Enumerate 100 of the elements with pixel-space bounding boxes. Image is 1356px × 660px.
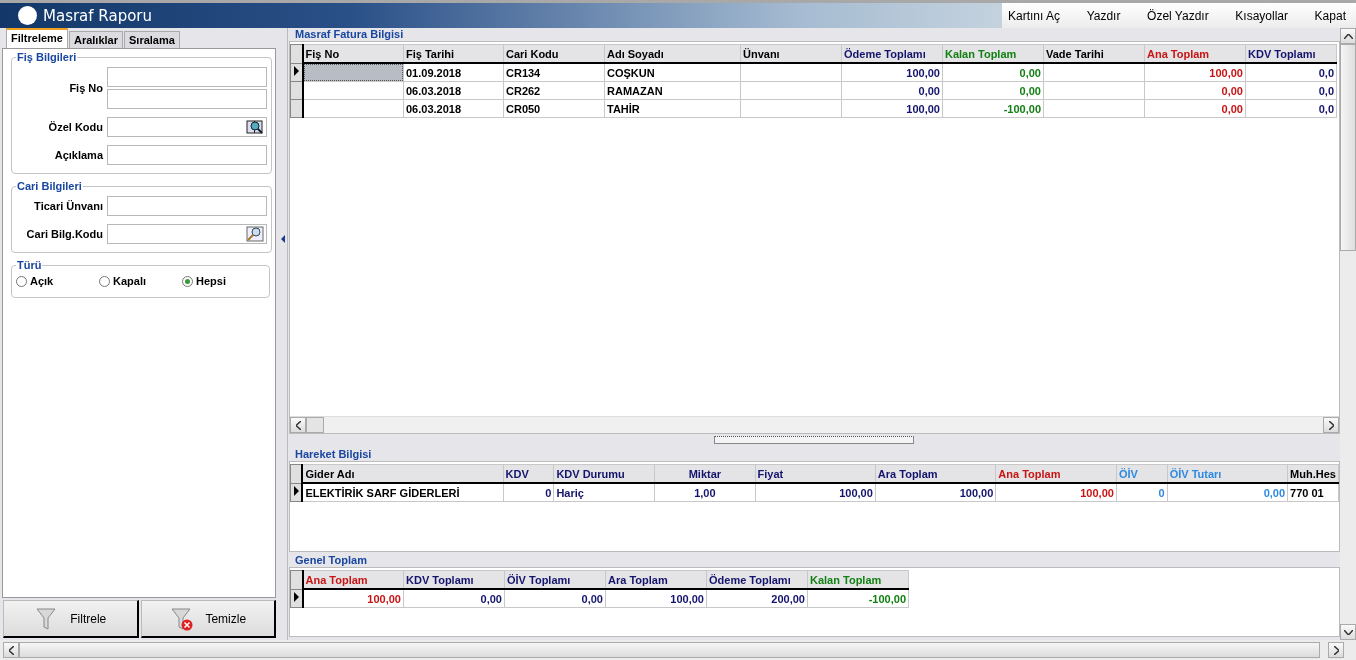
- column-header[interactable]: Fiş Tarihi: [403, 44, 504, 63]
- menu-item[interactable]: Yazdır: [1082, 8, 1125, 23]
- table-cell: -100,00: [807, 589, 909, 608]
- column-header[interactable]: Ara Toplam: [875, 464, 996, 483]
- field-label: Fiş No: [68, 82, 103, 94]
- row-pointer-icon: [294, 592, 299, 603]
- scroll-left-button[interactable]: [290, 417, 306, 433]
- table-cell: 06.03.2018: [403, 99, 504, 118]
- menu-item[interactable]: Kartını Aç: [1004, 8, 1065, 23]
- column-header[interactable]: KDV: [503, 464, 554, 483]
- table-cell: 0,0: [1245, 99, 1337, 118]
- chevron-icon: [1343, 33, 1353, 39]
- table-cell: 0,00: [942, 63, 1044, 82]
- column-header[interactable]: Vade Tarihi: [1043, 44, 1145, 63]
- table-cell: TAHİR: [604, 99, 741, 118]
- column-header[interactable]: Muh.Hes: [1287, 464, 1339, 483]
- menu-item[interactable]: Özel Yazdır: [1143, 8, 1213, 23]
- input-field[interactable]: [107, 89, 267, 109]
- column-header[interactable]: KDV Toplamı: [403, 570, 505, 589]
- section-title: Genel Toplam: [294, 554, 368, 567]
- field-label: Ticari Ünvanı: [33, 200, 103, 212]
- horizontal-scrollbar[interactable]: [290, 416, 1339, 433]
- table-cell: 0,00: [403, 589, 505, 608]
- field-label: Cari Bilg.Kodu: [25, 228, 103, 240]
- section-title: Hareket Bilgisi: [294, 448, 373, 461]
- scroll-down-button[interactable]: [1340, 624, 1356, 640]
- radio-button[interactable]: [99, 275, 110, 287]
- radio-option[interactable]: Açık: [16, 275, 99, 287]
- column-header[interactable]: KDV Toplamı: [1245, 44, 1337, 63]
- input-field[interactable]: [107, 67, 267, 87]
- filter-button[interactable]: Filtrele: [3, 600, 139, 638]
- table-cell: 100,00: [1144, 63, 1246, 82]
- table-cell: 01.09.2018: [403, 63, 504, 82]
- column-header[interactable]: Ünvanı: [740, 44, 842, 63]
- table-cell: 0,00: [942, 81, 1044, 100]
- tab[interactable]: Sıralama: [124, 31, 180, 48]
- scroll-left-button[interactable]: [3, 642, 19, 658]
- column-header[interactable]: Kalan Toplam: [942, 44, 1044, 63]
- table-cell: 0,00: [1144, 99, 1246, 118]
- input-field[interactable]: [107, 224, 267, 244]
- splitter-handle[interactable]: [714, 436, 914, 444]
- scroll-thumb[interactable]: [19, 642, 1320, 658]
- column-header[interactable]: Ana Toplam: [302, 570, 404, 589]
- collapse-arrow-icon[interactable]: [280, 235, 285, 243]
- column-header[interactable]: ÖİV Toplamı: [504, 570, 606, 589]
- row-pointer-icon: [294, 66, 299, 77]
- scroll-thumb[interactable]: [306, 417, 324, 433]
- radio-option[interactable]: Hepsi: [182, 275, 265, 287]
- table-cell: 100,00: [605, 589, 707, 608]
- table-cell: Hariç: [553, 483, 655, 502]
- scroll-thumb[interactable]: [1340, 44, 1356, 251]
- clear-button[interactable]: Temizle: [140, 600, 276, 638]
- window-title: Masraf Raporu: [43, 6, 152, 25]
- table-cell: 0,00: [504, 589, 606, 608]
- table-cell: 1,00: [654, 483, 756, 502]
- chevron-icon: [295, 420, 301, 430]
- table-cell: 0,0: [1245, 81, 1337, 100]
- vertical-scrollbar[interactable]: [1340, 28, 1356, 640]
- radio-option[interactable]: Kapalı: [99, 275, 182, 287]
- table-cell: 100,00: [302, 589, 404, 608]
- scroll-right-button[interactable]: [1328, 642, 1344, 658]
- table-cell: -100,00: [942, 99, 1044, 118]
- column-header[interactable]: Fiyat: [755, 464, 876, 483]
- horizontal-scrollbar[interactable]: [0, 640, 1356, 660]
- column-header[interactable]: Ana Toplam: [995, 464, 1117, 483]
- column-header[interactable]: Ödeme Toplamı: [841, 44, 943, 63]
- table-cell: 100,00: [875, 483, 996, 502]
- column-header[interactable]: Miktar: [654, 464, 756, 483]
- column-header[interactable]: Gider Adı: [302, 464, 504, 483]
- column-header[interactable]: KDV Durumu: [553, 464, 655, 483]
- section-title: Masraf Fatura Bilgisi: [294, 28, 405, 41]
- table-cell: 0,00: [841, 81, 943, 100]
- menu-item[interactable]: Kapat: [1310, 8, 1350, 23]
- input-field[interactable]: [107, 145, 267, 165]
- column-header[interactable]: Ödeme Toplamı: [706, 570, 808, 589]
- field-label: Özel Kodu: [47, 121, 103, 133]
- scroll-up-button[interactable]: [1340, 28, 1356, 44]
- radio-button[interactable]: [182, 275, 193, 287]
- table-cell: 100,00: [755, 483, 876, 502]
- table-cell: ELEKTİRİK SARF GİDERLERİ: [302, 483, 504, 502]
- table-cell: COŞKUN: [604, 63, 741, 82]
- column-header[interactable]: Ana Toplam: [1144, 44, 1246, 63]
- column-header[interactable]: Cari Kodu: [503, 44, 605, 63]
- book-magnifier-icon: [246, 119, 264, 135]
- input-field[interactable]: [107, 117, 267, 137]
- tab[interactable]: Filtreleme: [6, 28, 68, 48]
- row-pointer-icon: [294, 486, 299, 497]
- menu-item[interactable]: Kısayollar: [1231, 8, 1292, 23]
- column-header[interactable]: Kalan Toplam: [807, 570, 909, 589]
- column-header[interactable]: Fiş No: [302, 44, 404, 63]
- column-header[interactable]: Ara Toplam: [605, 570, 707, 589]
- table-cell: 0,0: [1245, 63, 1337, 82]
- table-cell: RAMAZAN: [604, 81, 741, 100]
- tab[interactable]: Aralıklar: [68, 31, 123, 48]
- table-cell: 06.03.2018: [403, 81, 504, 100]
- scroll-right-button[interactable]: [1323, 417, 1339, 433]
- column-header[interactable]: Adı Soyadı: [604, 44, 741, 63]
- radio-button[interactable]: [16, 275, 27, 287]
- table-cell: 100,00: [841, 99, 943, 118]
- input-field[interactable]: [107, 196, 267, 216]
